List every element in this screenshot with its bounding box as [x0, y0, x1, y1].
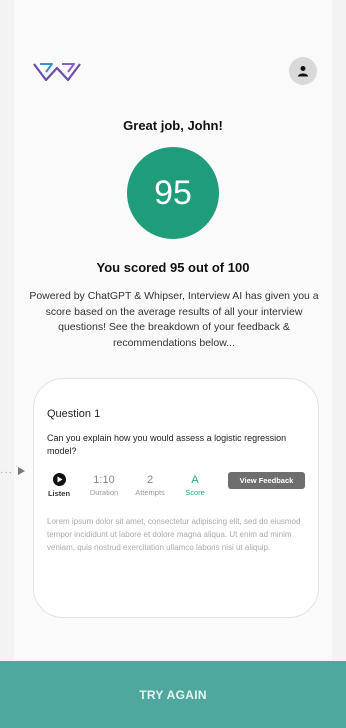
duration-label: Duration [89, 488, 119, 497]
carousel-connector: ··· [0, 467, 13, 478]
attempts-stat: 2 Attempts [130, 473, 170, 497]
avatar[interactable] [289, 57, 317, 85]
w-logo-icon[interactable] [32, 60, 82, 84]
try-again-button[interactable]: TRY AGAIN [0, 661, 346, 728]
score-circle: 95 [127, 147, 219, 239]
description-text: Powered by ChatGPT & Whipser, Interview … [29, 290, 319, 349]
user-icon [298, 66, 308, 77]
listen-label: Listen [47, 489, 71, 498]
duration-stat: 1:10 Duration [84, 473, 124, 497]
score-stat: A Score [177, 473, 213, 497]
question-text: Can you explain how you would assess a l… [47, 433, 287, 456]
score-summary: You scored 95 out of 100 [96, 260, 250, 275]
question-title: Question 1 [47, 408, 101, 420]
listen-control[interactable]: Listen [46, 473, 72, 498]
view-feedback-button[interactable]: View Feedback [228, 472, 305, 489]
score-value: 95 [154, 173, 192, 212]
letter-score-value: A [191, 474, 199, 486]
feedback-body-text: Lorem ipsum dolor sit amet, consectetur … [47, 517, 301, 552]
attempts-value: 2 [146, 474, 154, 486]
play-icon[interactable] [52, 473, 66, 486]
letter-score-label: Score [185, 488, 205, 497]
greeting-heading: Great job, John! [123, 118, 223, 133]
duration-value: 1:10 [93, 474, 115, 486]
arrow-right-icon [18, 467, 25, 475]
question-card: Question 1 Can you explain how you would… [33, 378, 319, 618]
attempts-label: Attempts [135, 488, 165, 497]
